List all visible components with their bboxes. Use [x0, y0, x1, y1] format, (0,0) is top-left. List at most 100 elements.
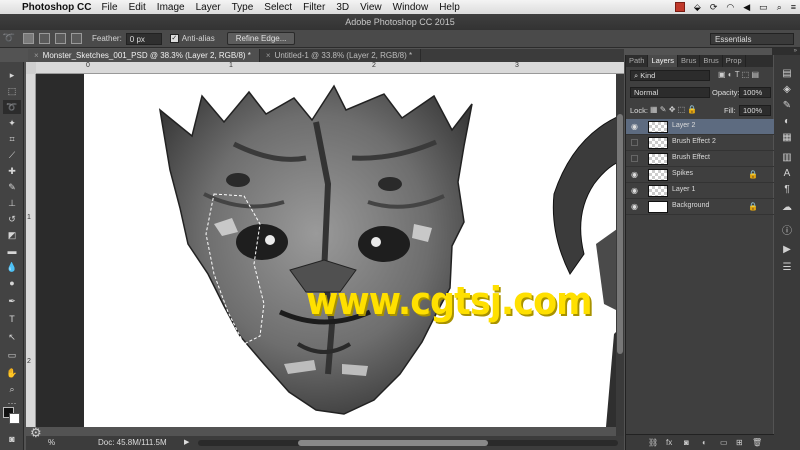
path-selection-tool-icon[interactable]: ↖ [3, 330, 21, 344]
swatches-panel-icon[interactable]: ▥ [779, 151, 795, 165]
info-panel-icon[interactable]: ⓘ [779, 225, 795, 239]
tab-brush-presets[interactable]: Brus [700, 55, 723, 67]
layer-row[interactable]: ◉ Layer 2 [626, 119, 774, 135]
adjustments-panel-icon[interactable]: ◐ [779, 115, 795, 129]
lasso-tool-icon[interactable]: ➰ [3, 100, 21, 114]
add-mask-icon[interactable]: ◙ [684, 438, 689, 447]
visibility-off-icon[interactable] [631, 155, 638, 162]
vertical-scrollbar[interactable] [616, 74, 624, 436]
kind-filter-select[interactable]: ⌕ Kind [630, 70, 710, 81]
feather-input[interactable]: 0 px [125, 32, 162, 45]
ruler-horizontal[interactable]: 0 1 2 3 [36, 62, 624, 74]
tab-monster-sketches[interactable]: × Monster_Sketches_001_PSD @ 38.3% (Layer… [28, 49, 260, 62]
visibility-eye-icon[interactable]: ◉ [631, 122, 640, 131]
hand-tool-icon[interactable]: ✋ [3, 366, 21, 380]
tab-untitled[interactable]: × Untitled-1 @ 33.8% (Layer 2, RGB/8) * [260, 49, 422, 62]
crop-tool-icon[interactable]: ⌗ [3, 132, 21, 146]
dropbox-icon[interactable]: ⬙ [694, 2, 701, 13]
opacity-input[interactable]: 100% [739, 87, 771, 98]
close-icon[interactable]: × [266, 51, 271, 60]
visibility-eye-icon[interactable]: ◉ [631, 202, 640, 211]
healing-brush-tool-icon[interactable]: ✚ [3, 164, 21, 178]
refine-edge-button[interactable]: Refine Edge... [226, 32, 296, 45]
marquee-tool-icon[interactable]: ⬚ [3, 84, 21, 98]
menu-filter[interactable]: Filter [303, 2, 325, 13]
wifi-icon[interactable]: ◠ [726, 2, 734, 13]
layers-panel-icon[interactable]: ◈ [779, 83, 795, 97]
brush-panel-icon[interactable]: ✎ [779, 99, 795, 113]
link-layers-icon[interactable]: ⛓ [648, 438, 658, 447]
app-menu[interactable]: Photoshop CC [22, 2, 91, 13]
adjustment-layer-icon[interactable]: ◐ [702, 438, 707, 447]
sync-icon[interactable]: ⟳ [710, 2, 718, 13]
pen-tool-icon[interactable]: ✒ [3, 294, 21, 308]
close-icon[interactable]: × [34, 51, 39, 60]
history-brush-tool-icon[interactable]: ↺ [3, 212, 21, 226]
zoom-field[interactable]: % [48, 438, 55, 447]
tab-layers[interactable]: Layers [648, 55, 678, 67]
notes-panel-icon[interactable]: ☰ [779, 261, 795, 275]
shape-tool-icon[interactable]: ▭ [3, 348, 21, 362]
libraries-panel-icon[interactable]: ☁ [779, 201, 795, 215]
menu-type[interactable]: Type [232, 2, 254, 13]
menu-3d[interactable]: 3D [336, 2, 349, 13]
new-group-icon[interactable]: ▭ [720, 438, 728, 447]
blend-mode-select[interactable]: Normal [630, 87, 710, 98]
actions-panel-icon[interactable]: ▶ [779, 243, 795, 257]
layer-row[interactable]: ◉ Background 🔒 [626, 199, 774, 215]
tab-paths[interactable]: Path [626, 55, 649, 67]
filter-icons[interactable]: ▣ ◐ T ⬚ ▤ [718, 70, 759, 79]
workspace-select[interactable]: Essentials [710, 33, 794, 45]
type-tool-icon[interactable]: T [3, 312, 21, 326]
eraser-tool-icon[interactable]: ◩ [3, 228, 21, 242]
background-color-swatch[interactable] [9, 413, 20, 424]
menu-view[interactable]: View [360, 2, 382, 13]
menu-layer[interactable]: Layer [196, 2, 221, 13]
lasso-tool-preset-icon[interactable]: ➰ [0, 33, 18, 44]
tab-brush[interactable]: Brus [678, 55, 701, 67]
dodge-tool-icon[interactable]: ● [3, 276, 21, 290]
visibility-off-icon[interactable] [631, 139, 638, 146]
layer-row[interactable]: ◉ Layer 1 [626, 183, 774, 199]
menu-select[interactable]: Select [264, 2, 292, 13]
menu-image[interactable]: Image [157, 2, 185, 13]
status-menu-arrow-icon[interactable]: ▶ [184, 438, 189, 446]
collapse-panels-icon[interactable]: » [772, 48, 800, 55]
lock-icons[interactable]: ▦ ✎ ✥ ⬚ 🔒 [650, 105, 697, 114]
history-panel-icon[interactable]: ▤ [779, 67, 795, 81]
brush-tool-icon[interactable]: ✎ [3, 180, 21, 194]
search-icon[interactable]: ⌕ [777, 2, 782, 13]
tab-properties[interactable]: Prop [723, 55, 746, 67]
character-panel-icon[interactable]: A [779, 167, 795, 181]
eyedropper-tool-icon[interactable]: ⟋ [3, 148, 21, 162]
paragraph-panel-icon[interactable]: ¶ [779, 183, 795, 197]
fill-input[interactable]: 100% [739, 105, 771, 116]
menu-help[interactable]: Help [439, 2, 460, 13]
document-canvas[interactable]: www.cgtsj.com [84, 74, 624, 427]
channels-panel-icon[interactable]: ▦ [779, 131, 795, 145]
layer-row[interactable]: Brush Effect 2 [626, 135, 774, 151]
vertical-scroll-thumb[interactable] [617, 114, 623, 354]
delete-layer-icon[interactable]: 🗑 [752, 438, 762, 447]
subtract-selection-icon[interactable] [55, 33, 66, 44]
ruler-vertical[interactable]: 1 2 [26, 74, 36, 427]
intersect-selection-icon[interactable] [71, 33, 82, 44]
clone-stamp-tool-icon[interactable]: ⊥ [3, 196, 21, 210]
horizontal-scroll-thumb[interactable] [298, 440, 488, 446]
layer-row[interactable]: Brush Effect [626, 151, 774, 167]
pasteboard[interactable]: www.cgtsj.com [36, 74, 624, 427]
new-layer-icon[interactable]: ⊞ [736, 438, 743, 447]
move-tool-icon[interactable]: ▸ [3, 68, 21, 82]
visibility-eye-icon[interactable]: ◉ [631, 186, 640, 195]
layer-row[interactable]: ◉ Spikes 🔒 [626, 167, 774, 183]
gradient-tool-icon[interactable]: ▬ [3, 244, 21, 258]
blur-tool-icon[interactable]: 💧 [3, 260, 21, 274]
zoom-tool-icon[interactable]: ⌕ [3, 382, 21, 396]
volume-icon[interactable]: ◀︎ [743, 2, 750, 13]
gear-icon[interactable]: ⚙ [30, 425, 46, 441]
quick-mask-icon[interactable]: ◙ [3, 432, 21, 446]
battery-icon[interactable]: ▭ [759, 2, 768, 13]
new-selection-icon[interactable] [23, 33, 34, 44]
recording-icon[interactable] [674, 2, 685, 12]
menu-window[interactable]: Window [393, 2, 429, 13]
